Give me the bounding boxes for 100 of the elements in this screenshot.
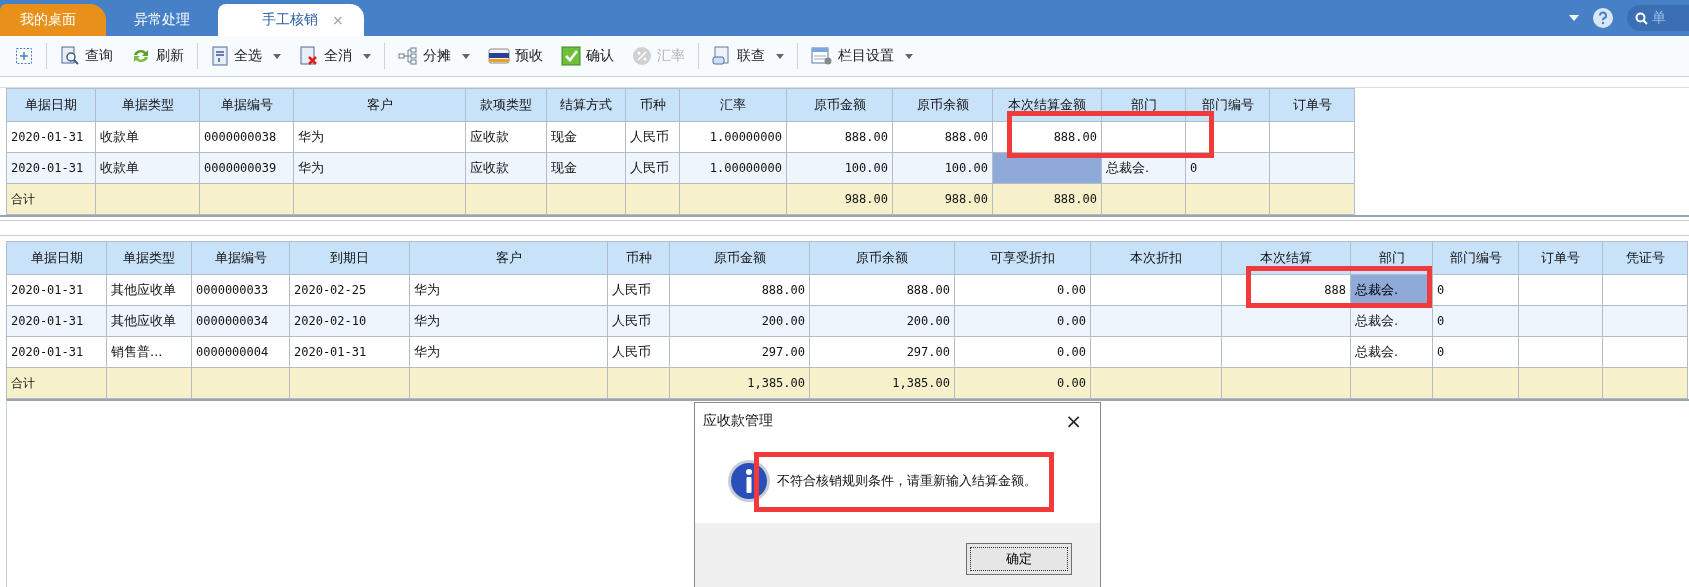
column-header[interactable]: 原币余额 (892, 88, 993, 122)
column-header[interactable]: 币种 (607, 241, 670, 275)
tab[interactable]: 异常处理 (108, 4, 216, 36)
total-label: 合计 (6, 367, 107, 399)
help-icon[interactable] (1593, 8, 1613, 28)
table-cell: 2020-01-31 (6, 336, 107, 368)
column-header[interactable]: 到期日 (289, 241, 410, 275)
column-header[interactable]: 客户 (293, 88, 466, 122)
toolbar-button[interactable]: 确认 (552, 41, 623, 71)
column-header[interactable]: 单据编号 (191, 241, 290, 275)
close-button[interactable]: × (1059, 409, 1088, 433)
column-header[interactable]: 单据编号 (199, 88, 294, 122)
column-header[interactable]: 可享受折扣 (954, 241, 1091, 275)
table-cell: 888.00 (669, 274, 810, 306)
column-header[interactable]: 原币余额 (809, 241, 955, 275)
table-cell: 0000000034 (191, 305, 290, 337)
table-cell: 0000000004 (191, 336, 290, 368)
toolbar-button[interactable]: 联查 (703, 41, 793, 71)
toolbar-button[interactable]: 栏目设置 (802, 41, 922, 71)
table-cell: 销售普... (106, 336, 192, 368)
table-cell: 人民币 (607, 336, 670, 368)
column-header[interactable]: 汇率 (679, 88, 787, 122)
table-cell: 0.00 (954, 367, 1091, 399)
columns-settings-icon (811, 46, 833, 66)
dialog-message: 不符合核销规则条件，请重新输入结算金额。 (777, 472, 1037, 490)
table-cell: 100.00 (892, 152, 993, 184)
table-cell: 人民币 (607, 274, 670, 306)
caret-icon[interactable] (462, 53, 470, 59)
column-header[interactable]: 部门编号 (1185, 88, 1270, 122)
ok-button[interactable]: 确定 (966, 543, 1072, 575)
table-cell: 总裁会. (1350, 336, 1433, 368)
table-cell: 0000000039 (199, 152, 294, 184)
table-cell: 988.00 (892, 183, 993, 215)
tab[interactable]: 手工核销 × (218, 4, 364, 36)
table-cell: 100.00 (786, 152, 893, 184)
caret-icon[interactable] (363, 53, 371, 59)
toolbar-button[interactable]: 分摊 (389, 41, 479, 71)
table-cell: 888.00 (809, 274, 955, 306)
table-cell: 200.00 (809, 305, 955, 337)
column-header[interactable]: 结算方式 (546, 88, 626, 122)
column-header[interactable]: 凭证号 (1602, 241, 1688, 275)
table-cell: 2020-02-10 (289, 305, 410, 337)
checkbox-icon (561, 46, 581, 66)
column-header[interactable]: 本次折扣 (1090, 241, 1222, 275)
table-cell: 297.00 (809, 336, 955, 368)
table-cell: 1,385.00 (809, 367, 955, 399)
table-cell: 收款单 (95, 121, 200, 153)
total-label: 合计 (6, 183, 96, 215)
table-cell: 0.00 (954, 336, 1091, 368)
search-icon (60, 46, 80, 66)
caret-icon[interactable] (273, 53, 281, 59)
table-cell: 297.00 (669, 336, 810, 368)
column-header[interactable]: 单据类型 (106, 241, 192, 275)
table-cell: 其他应收单 (106, 305, 192, 337)
table-cell: 1.00000000 (679, 152, 787, 184)
toolbar-button[interactable]: 全消 (290, 41, 380, 71)
table-cell: 应收款 (465, 152, 547, 184)
dialog-title: 应收款管理 (703, 412, 773, 430)
column-header[interactable]: 部门编号 (1432, 241, 1519, 275)
percent-icon (632, 46, 652, 66)
card-icon (488, 48, 510, 64)
table-cell: 0000000033 (191, 274, 290, 306)
column-header[interactable]: 款项类型 (465, 88, 547, 122)
column-header[interactable]: 客户 (409, 241, 608, 275)
caret-icon[interactable] (776, 53, 784, 59)
table-cell: 988.00 (786, 183, 893, 215)
table-cell: 收款单 (95, 152, 200, 184)
toolbar-button[interactable]: 全选 (202, 41, 290, 71)
column-header[interactable]: 订单号 (1518, 241, 1603, 275)
column-header[interactable]: 单据日期 (6, 241, 107, 275)
table-cell: 华为 (293, 152, 466, 184)
column-header[interactable]: 原币金额 (669, 241, 810, 275)
column-header[interactable]: 单据日期 (6, 88, 96, 122)
column-header[interactable]: 原币金额 (786, 88, 893, 122)
table-cell: 1,385.00 (669, 367, 810, 399)
document-icon (211, 46, 229, 66)
toolbar-button[interactable]: 预收 (479, 41, 552, 71)
table-cell: 华为 (409, 274, 608, 306)
table-cell: 现金 (546, 121, 626, 153)
column-header[interactable]: 单据类型 (95, 88, 200, 122)
table-cell: 2020-01-31 (289, 336, 410, 368)
caret-icon[interactable] (905, 53, 913, 59)
table-cell: 其他应收单 (106, 274, 192, 306)
table-cell: 华为 (409, 305, 608, 337)
toolbar-button[interactable]: 刷新 (122, 41, 193, 71)
search-placeholder: 单 (1652, 9, 1666, 27)
table-cell: 888.00 (992, 183, 1102, 215)
table-cell: 应收款 (465, 121, 547, 153)
linked-document-icon (712, 46, 732, 66)
toolbar-button[interactable]: 查询 (51, 41, 122, 71)
column-header[interactable]: 订单号 (1269, 88, 1355, 122)
table-cell: 888.00 (786, 121, 893, 153)
table-cell: 2020-01-31 (6, 152, 96, 184)
table-cell: 人民币 (607, 305, 670, 337)
add-icon (15, 47, 33, 65)
column-header[interactable]: 币种 (625, 88, 680, 122)
document-cross-icon (299, 46, 319, 66)
table-cell: 2020-01-31 (6, 305, 107, 337)
dropdown-icon[interactable] (1569, 15, 1579, 21)
table-cell: 2020-01-31 (6, 121, 96, 153)
